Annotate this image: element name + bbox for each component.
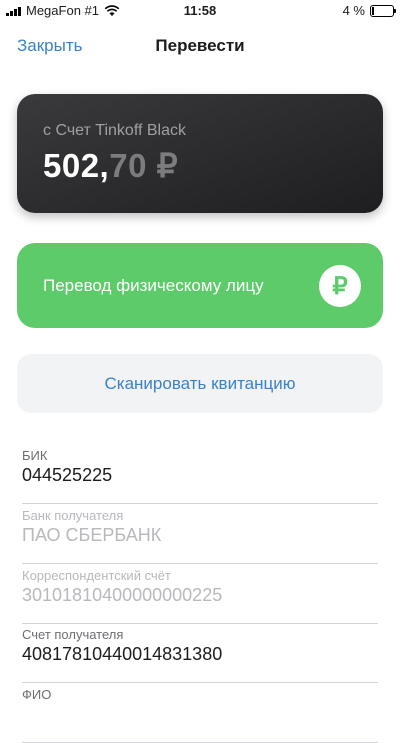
navigation-bar: Закрыть Перевести <box>0 30 400 60</box>
full-name-field[interactable]: ФИО <box>22 687 378 743</box>
status-bar: MegaFon #1 11:58 4 % <box>0 0 400 22</box>
page-title: Перевести <box>155 36 245 55</box>
transfer-type-card[interactable]: Перевод физическому лицу ₽ <box>17 243 383 328</box>
clock: 11:58 <box>183 3 217 18</box>
balance-fraction: 70 <box>109 147 147 184</box>
correspondent-account-label: Корреспондентский счёт <box>22 568 171 583</box>
battery-level <box>372 6 374 15</box>
status-right: 4 % <box>342 3 396 18</box>
bik-value: 044525225 <box>22 465 113 485</box>
balance-integer: 502, <box>43 147 110 184</box>
recipient-account-field[interactable]: Счет получателя 40817810440014831380 <box>22 627 378 683</box>
recipient-account-label: Счет получателя <box>22 627 124 642</box>
recipient-bank-field: Банк получателя ПАО СБЕРБАНК <box>22 508 378 564</box>
account-balance: 502,70 ₽ <box>43 146 178 185</box>
battery-icon <box>370 4 396 17</box>
scan-receipt-button[interactable]: Сканировать квитанцию <box>17 354 383 413</box>
balance-currency: ₽ <box>147 147 178 184</box>
bik-label: БИК <box>22 448 48 463</box>
source-account-card[interactable]: с Счет Tinkoff Black 502,70 ₽ <box>17 94 383 213</box>
currency-sign: ₽ <box>156 147 179 184</box>
correspondent-account-field: Корреспондентский счёт 30101810400000000… <box>22 568 378 624</box>
recipient-account-value: 40817810440014831380 <box>22 644 223 664</box>
recipient-bank-label: Банк получателя <box>22 508 124 523</box>
full-name-label: ФИО <box>22 687 52 702</box>
battery-percent: 4 % <box>342 3 365 18</box>
ruble-icon: ₽ <box>319 265 361 307</box>
recipient-bank-value: ПАО СБЕРБАНК <box>22 525 162 545</box>
correspondent-account-value: 30101810400000000225 <box>22 585 223 605</box>
bik-field[interactable]: БИК 044525225 <box>22 448 378 504</box>
transfer-type-label: Перевод физическому лицу <box>43 276 264 295</box>
account-label: с Счет Tinkoff Black <box>43 122 186 139</box>
